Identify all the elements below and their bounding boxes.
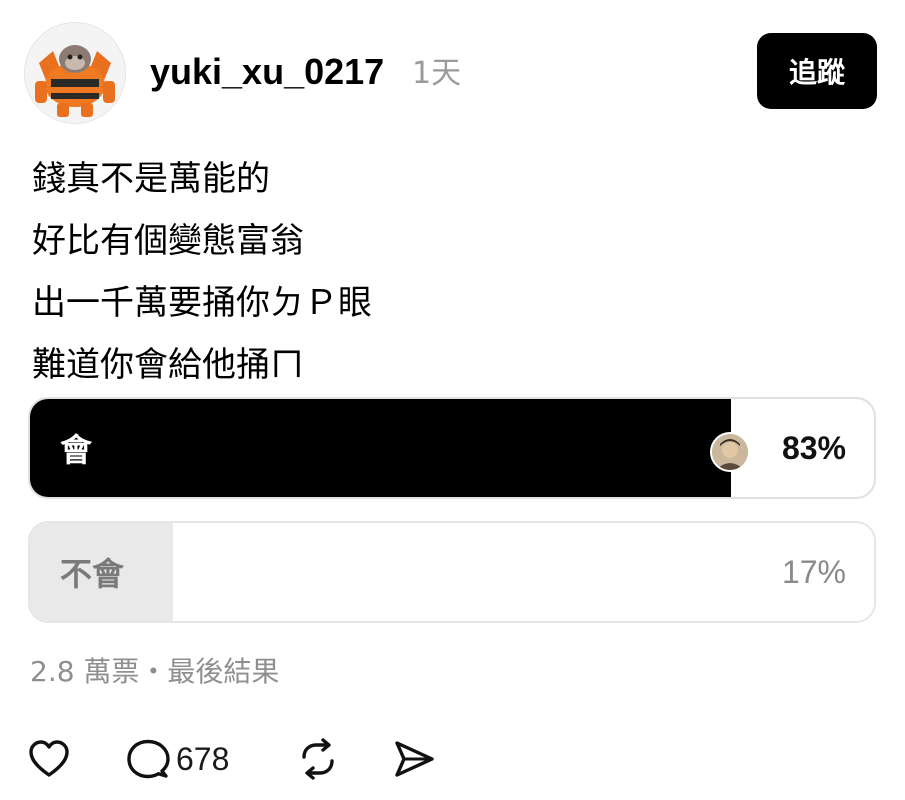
heart-icon [29,740,69,777]
post-text-line: 出一千萬要捅你ㄉＰ眼 [32,283,372,323]
like-button[interactable] [28,732,70,786]
share-button[interactable] [392,732,436,786]
poll-option-yes[interactable]: 會 83% [28,397,876,499]
repost-arrows-icon [302,738,334,780]
author-username[interactable]: yuki_xu_0217 [150,50,384,94]
post-body: 錢真不是萬能的 好比有個變態富翁 出一千萬要捅你ㄉＰ眼 難道你會給他捅ㄇ [32,148,872,396]
action-bar: 678 [28,732,528,786]
voter-avatar [710,432,750,472]
poll-option-percent: 83% [781,429,846,466]
poll-summary: 2.8 萬票・最後結果 [30,655,280,688]
post-header: yuki_xu_0217 1天 追蹤 [0,0,905,140]
person-avatar-icon [712,434,748,470]
paper-plane-icon [395,741,434,777]
comment-button[interactable]: 678 [126,732,229,786]
follow-button[interactable]: 追蹤 [757,33,877,109]
repost-button[interactable] [296,732,340,786]
author-avatar[interactable] [24,22,126,124]
poll-option-label: 會 [60,431,93,469]
comment-count: 678 [176,740,230,777]
speech-bubble-icon [127,739,170,779]
poll-option-label: 不會 [60,555,125,593]
post-timestamp: 1天 [412,56,462,91]
poll-result-bar [30,399,731,497]
robot-avatar-icon [25,23,125,123]
poll-option-no[interactable]: 不會 17% [28,521,876,623]
post-text-line: 錢真不是萬能的 [32,159,270,199]
post-text-line: 難道你會給他捅ㄇ [32,345,304,385]
poll-option-percent: 17% [781,553,846,590]
post-text-line: 好比有個變態富翁 [32,221,304,261]
